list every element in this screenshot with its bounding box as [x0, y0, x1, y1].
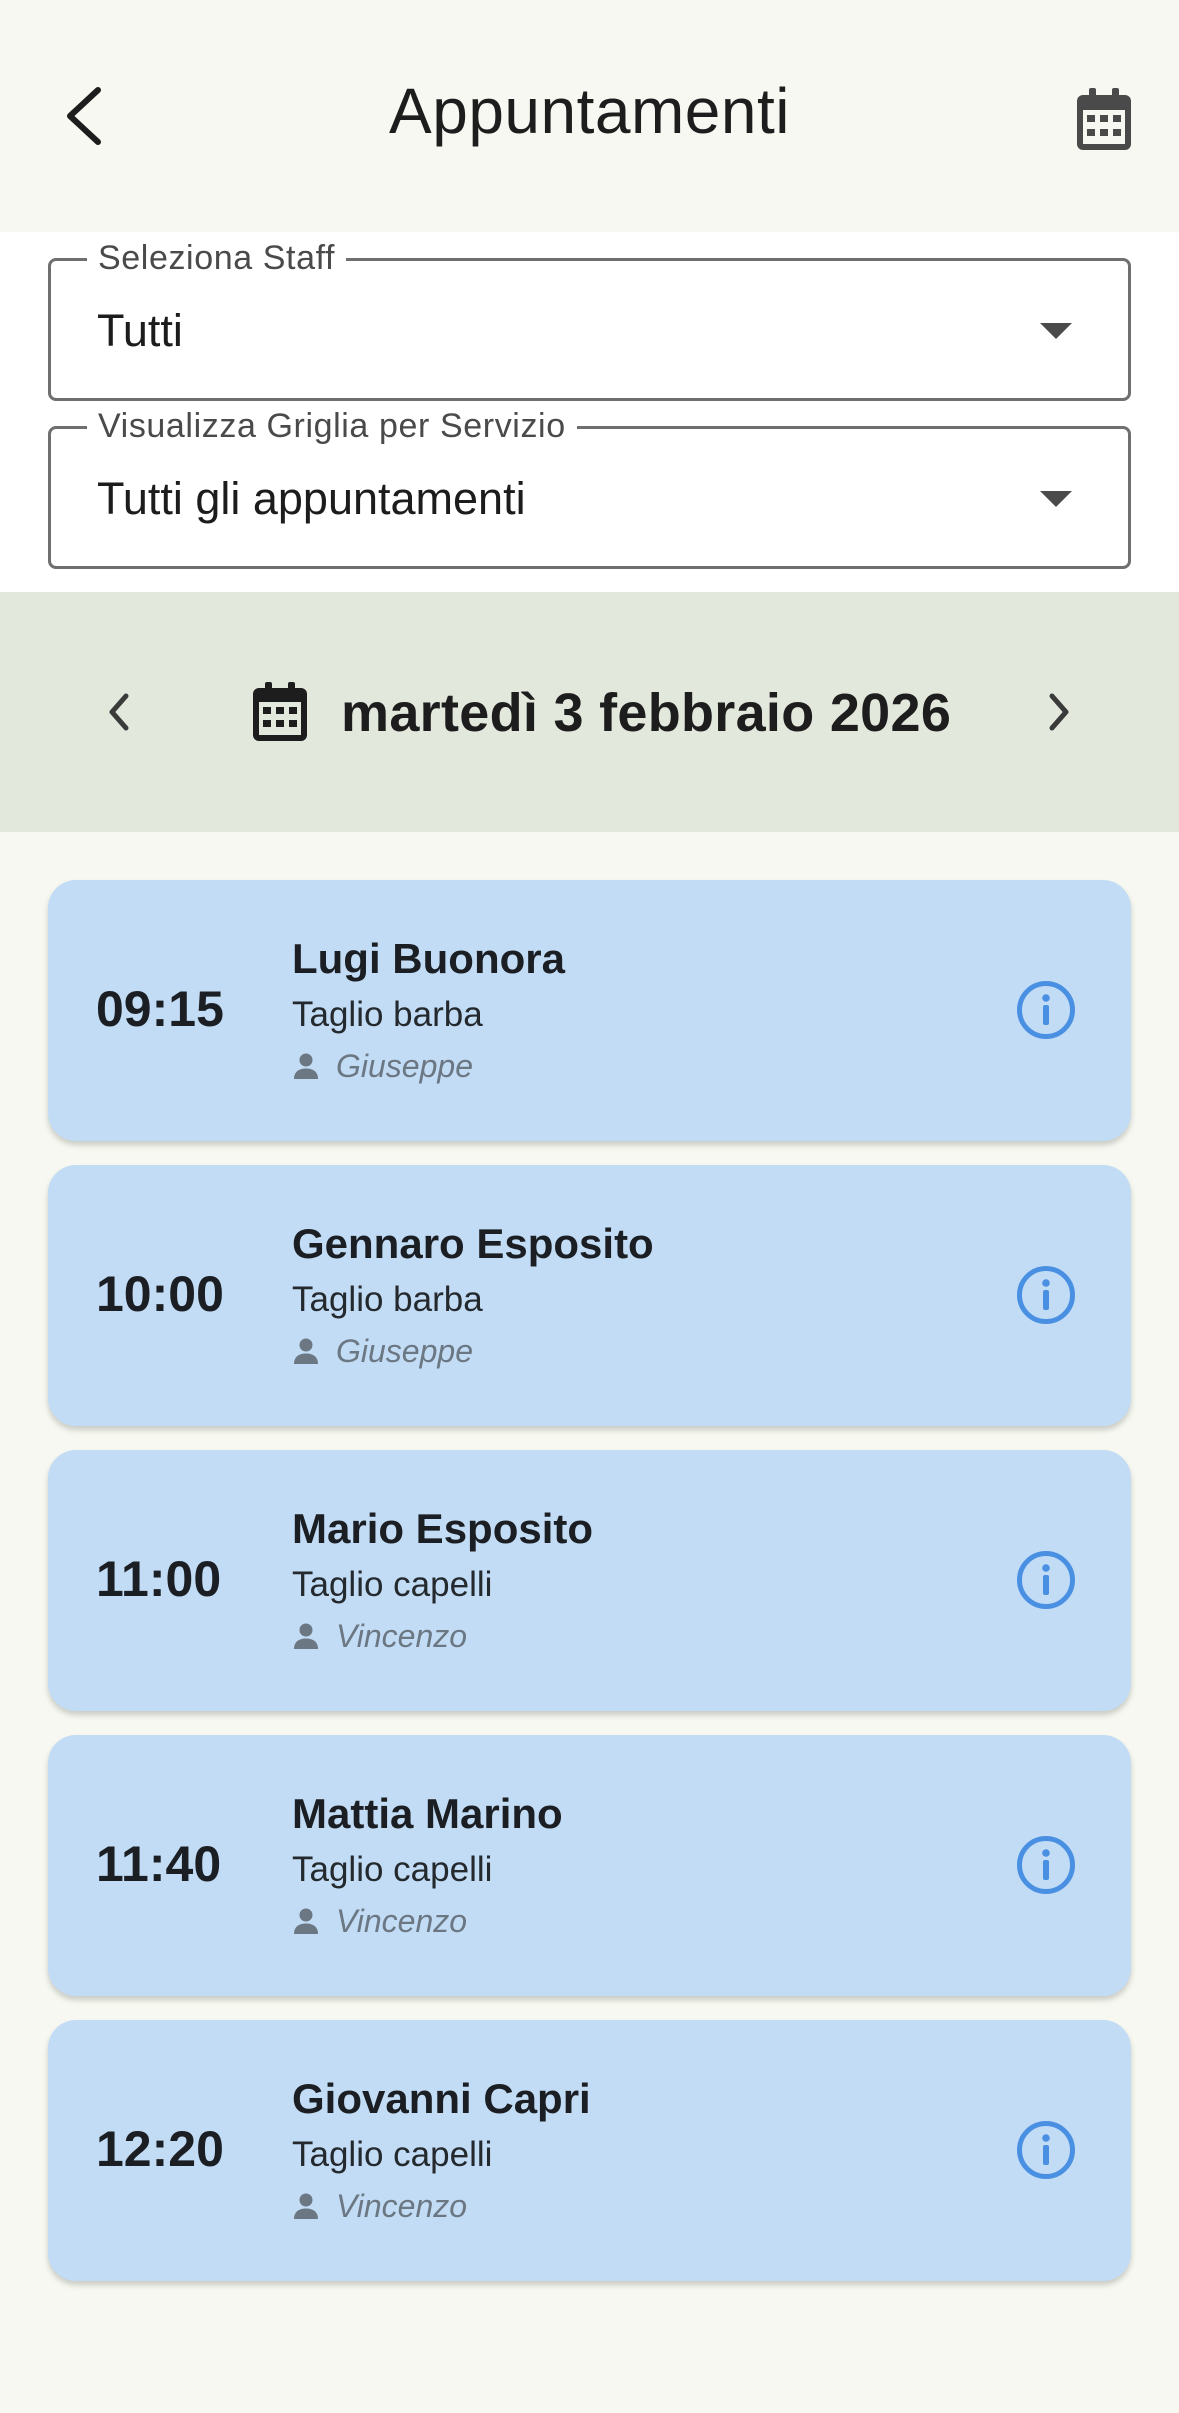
client-name: Mattia Marino — [292, 1790, 563, 1837]
date-calendar-icon — [252, 682, 308, 747]
staff-row: Vincenzo — [292, 1903, 467, 1939]
service-name: Taglio barba — [292, 995, 483, 1034]
appointment-card[interactable]: 11:00 Mario Esposito Taglio capelli Vinc… — [48, 1450, 1131, 1711]
client-name: Lugi Buonora — [292, 935, 565, 982]
info-icon[interactable] — [1014, 1833, 1078, 1897]
service-name: Taglio capelli — [292, 1565, 493, 1604]
staff-select-label: Seleziona Staff — [87, 239, 347, 278]
service-grid-select[interactable]: Visualizza Griglia per Servizio Tutti gl… — [48, 407, 1131, 569]
appointment-card[interactable]: 12:20 Giovanni Capri Taglio capelli Vinc… — [48, 2020, 1131, 2281]
filters-panel: Seleziona Staff Tutti Visualizza Griglia… — [0, 232, 1179, 592]
person-icon — [292, 1621, 322, 1651]
appointment-time: 09:15 — [96, 981, 224, 1037]
staff-row: Giuseppe — [292, 1333, 473, 1369]
dropdown-arrow-icon — [1040, 323, 1072, 339]
staff-select-value: Tutti — [97, 305, 183, 356]
person-icon — [292, 1051, 322, 1081]
date-navigator: martedì 3 febbraio 2026 — [0, 592, 1179, 832]
dropdown-arrow-icon — [1040, 491, 1072, 507]
current-date[interactable]: martedì 3 febbraio 2026 — [341, 682, 951, 744]
service-name: Taglio capelli — [292, 2135, 493, 2174]
service-name: Taglio barba — [292, 1280, 483, 1319]
appointment-time: 11:00 — [96, 1551, 222, 1607]
appointment-card[interactable]: 09:15 Lugi Buonora Taglio barba Giuseppe — [48, 880, 1131, 1141]
staff-name: Vincenzo — [336, 2187, 468, 2224]
appointment-time: 10:00 — [96, 1266, 224, 1322]
chevron-left-icon[interactable] — [87, 680, 151, 744]
chevron-right-icon[interactable] — [1027, 680, 1091, 744]
info-icon[interactable] — [1014, 1548, 1078, 1612]
client-name: Gennaro Esposito — [292, 1220, 654, 1267]
info-icon[interactable] — [1014, 1263, 1078, 1327]
service-select-label: Visualizza Griglia per Servizio — [87, 407, 577, 446]
staff-name: Giuseppe — [336, 1332, 473, 1369]
appointment-card[interactable]: 10:00 Gennaro Esposito Taglio barba Gius… — [48, 1165, 1131, 1426]
staff-name: Vincenzo — [336, 1902, 468, 1939]
appointment-time: 11:40 — [96, 1836, 222, 1892]
staff-name: Giuseppe — [336, 1047, 473, 1084]
person-icon — [292, 1336, 322, 1366]
appointment-time: 12:20 — [96, 2121, 224, 2177]
client-name: Giovanni Capri — [292, 2075, 591, 2122]
info-icon[interactable] — [1014, 978, 1078, 1042]
calendar-icon[interactable] — [1068, 84, 1140, 156]
service-name: Taglio capelli — [292, 1850, 493, 1889]
service-select-value: Tutti gli appuntamenti — [97, 473, 526, 524]
person-icon — [292, 2191, 322, 2221]
staff-name: Vincenzo — [336, 1617, 468, 1654]
staff-row: Vincenzo — [292, 2188, 467, 2224]
client-name: Mario Esposito — [292, 1505, 594, 1552]
staff-row: Giuseppe — [292, 1048, 473, 1084]
page-title: Appuntamenti — [389, 75, 790, 147]
staff-row: Vincenzo — [292, 1618, 467, 1654]
staff-select[interactable]: Seleziona Staff Tutti — [48, 239, 1131, 401]
appointment-card[interactable]: 11:40 Mattia Marino Taglio capelli Vince… — [48, 1735, 1131, 1996]
person-icon — [292, 1906, 322, 1936]
info-icon[interactable] — [1014, 2118, 1078, 2182]
app-bar: Appuntamenti — [0, 0, 1179, 232]
